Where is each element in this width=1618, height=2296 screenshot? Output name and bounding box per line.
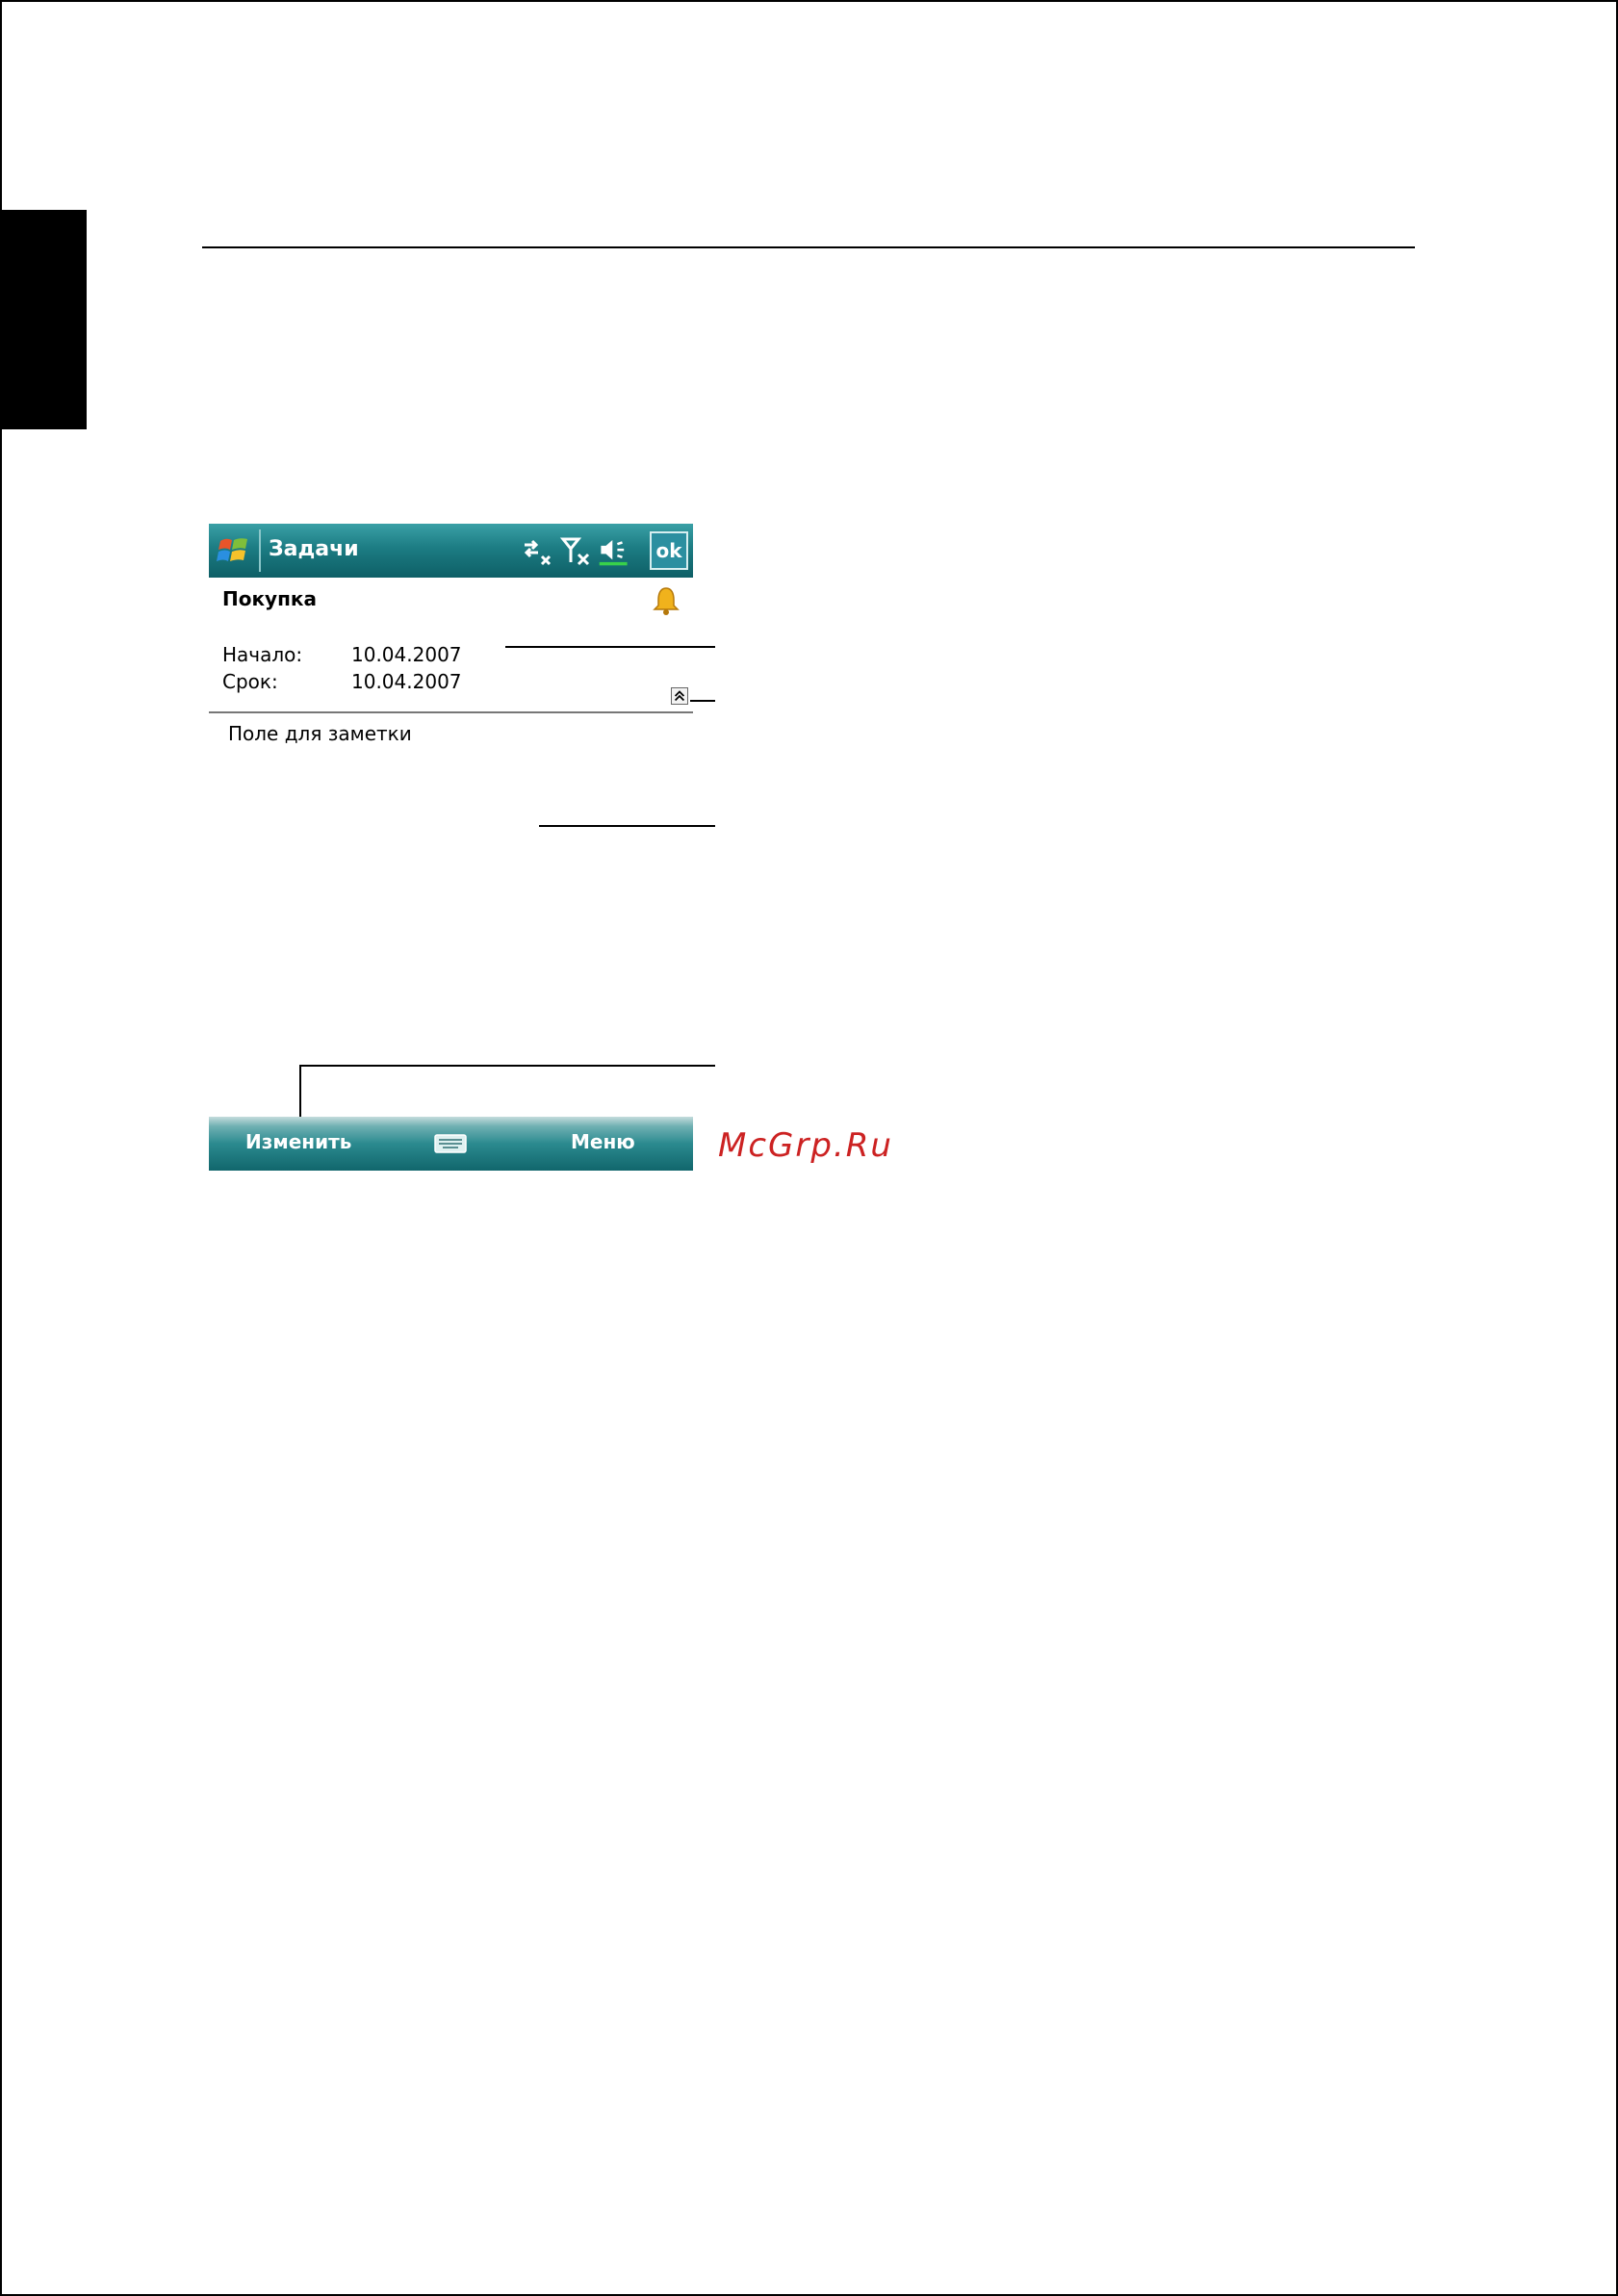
title-separator	[259, 529, 261, 572]
start-date-value[interactable]: 10.04.2007	[351, 643, 462, 666]
collapse-chevron-icon[interactable]	[671, 687, 688, 705]
watermark: McGrp.Ru	[718, 1126, 893, 1165]
ok-button[interactable]: ok	[650, 531, 688, 570]
callout-line-dates	[505, 646, 715, 648]
callout-line-edit	[299, 1065, 715, 1067]
task-name: Покупка	[222, 587, 317, 610]
due-label: Срок:	[222, 670, 278, 693]
header-divider	[209, 711, 693, 713]
header-rule	[202, 246, 1415, 248]
windows-start-icon[interactable]	[217, 533, 251, 568]
callout-line-notes	[539, 825, 715, 827]
edit-softkey[interactable]: Изменить	[245, 1130, 351, 1153]
signal-off-icon[interactable]	[559, 533, 592, 568]
softkey-bar: Изменить Меню	[209, 1117, 693, 1171]
callout-line-collapse	[690, 700, 715, 702]
menu-softkey[interactable]: Меню	[571, 1130, 635, 1153]
app-title: Задачи	[269, 537, 359, 561]
chapter-tab	[2, 210, 87, 429]
notes-field[interactable]: Поле для заметки	[228, 722, 412, 745]
speaker-icon[interactable]	[598, 533, 630, 568]
reminder-bell-icon	[653, 587, 680, 615]
title-bar: Задачи ok	[209, 524, 693, 578]
connectivity-icon[interactable]	[521, 533, 553, 568]
task-screen: Задачи ok Покупка Начало: 10.04.2007 Сро…	[209, 524, 693, 841]
keyboard-icon[interactable]	[434, 1134, 467, 1153]
due-date-value[interactable]: 10.04.2007	[351, 670, 462, 693]
start-label: Начало:	[222, 643, 303, 666]
